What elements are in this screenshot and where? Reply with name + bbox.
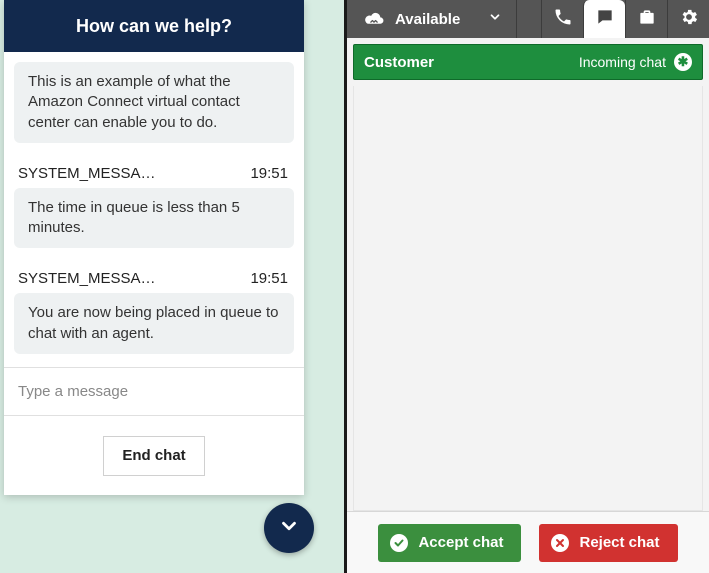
phone-icon: [553, 7, 573, 32]
topbar-settings-button[interactable]: [667, 0, 709, 38]
chat-header-title: How can we help?: [76, 16, 232, 37]
reject-chat-label: Reject chat: [579, 534, 659, 551]
chevron-down-icon: [278, 515, 300, 542]
chat-message: SYSTEM_MESSA… 19:51 The time in queue is…: [14, 165, 294, 249]
banner-customer-label: Customer: [364, 54, 434, 71]
topbar-chat-button[interactable]: [583, 0, 625, 38]
agent-topbar: Available: [347, 0, 709, 38]
chat-timestamp: 19:51: [250, 270, 288, 287]
chat-message-list[interactable]: This is an example of what the Amazon Co…: [4, 52, 304, 367]
close-icon: [551, 534, 569, 552]
chat-message-meta: SYSTEM_MESSA… 19:51: [14, 165, 294, 188]
chat-input-area: [4, 367, 304, 415]
agent-workspace: Available Customer: [344, 0, 709, 573]
chevron-down-icon: [488, 10, 502, 28]
end-chat-button[interactable]: End chat: [103, 436, 204, 476]
agent-status-label: Available: [395, 11, 460, 28]
minimize-chat-button[interactable]: [264, 503, 314, 553]
chat-input[interactable]: [4, 368, 304, 415]
agent-action-bar: Accept chat Reject chat: [347, 511, 709, 573]
chat-bubble: You are now being placed in queue to cha…: [14, 293, 294, 354]
cloud-status-icon: [363, 11, 385, 27]
accept-chat-button[interactable]: Accept chat: [378, 524, 521, 562]
chat-header: How can we help?: [4, 0, 304, 52]
chat-message: This is an example of what the Amazon Co…: [14, 62, 294, 143]
chat-message-meta: SYSTEM_MESSA… 19:51: [14, 270, 294, 293]
reject-chat-button[interactable]: Reject chat: [539, 524, 677, 562]
customer-chat-panel: How can we help? This is an example of w…: [0, 0, 344, 573]
accept-chat-label: Accept chat: [418, 534, 503, 551]
check-icon: [390, 534, 408, 552]
gear-icon: [679, 7, 699, 32]
chat-timestamp: 19:51: [250, 165, 288, 182]
chat-icon: [595, 7, 615, 32]
chat-message: SYSTEM_MESSA… 19:51 You are now being pl…: [14, 270, 294, 354]
briefcase-icon: [637, 7, 657, 32]
chat-bubble: This is an example of what the Amazon Co…: [14, 62, 294, 143]
agent-status-dropdown[interactable]: Available: [359, 0, 517, 38]
agent-chat-body: [353, 86, 703, 511]
chat-bubble: The time in queue is less than 5 minutes…: [14, 188, 294, 249]
incoming-chat-banner: Customer Incoming chat ✱: [353, 44, 703, 80]
topbar-briefcase-button[interactable]: [625, 0, 667, 38]
chat-widget: How can we help? This is an example of w…: [4, 0, 304, 495]
badge-star-icon: ✱: [674, 53, 692, 71]
topbar-phone-button[interactable]: [541, 0, 583, 38]
chat-footer: End chat: [4, 415, 304, 495]
chat-sender: SYSTEM_MESSA…: [18, 165, 156, 182]
chat-sender: SYSTEM_MESSA…: [18, 270, 156, 287]
banner-status-label: Incoming chat: [579, 54, 666, 70]
